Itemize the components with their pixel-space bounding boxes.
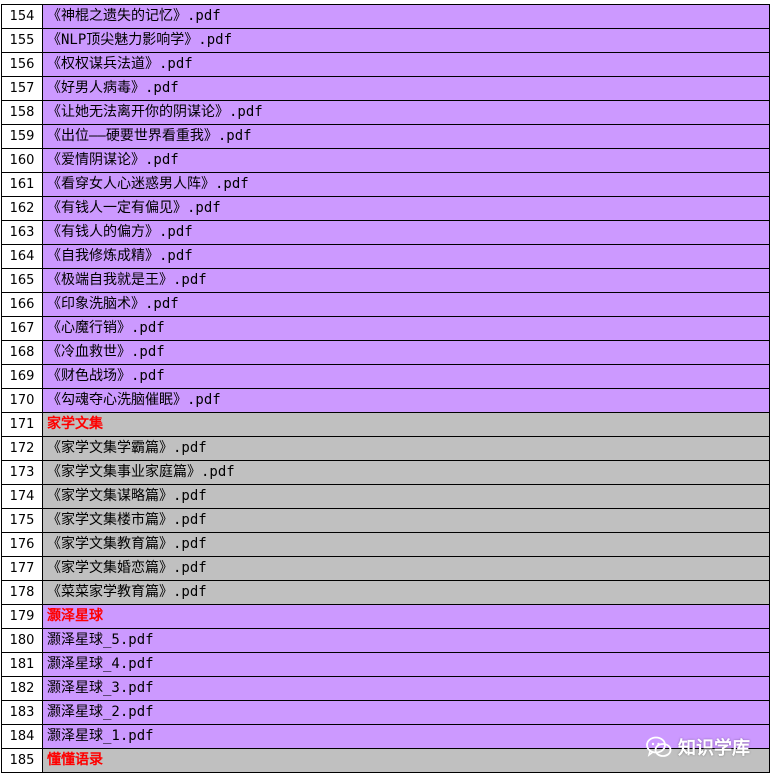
spreadsheet-grid: 154 《神棍之遗失的记忆》.pdf 155 《NLP顶尖魅力影响学》.pdf 156 《…	[1, 4, 770, 773]
table-row: 161 《看穿女人心迷惑男人阵》.pdf	[1, 172, 770, 197]
filename-cell[interactable]: 《冷血救世》.pdf	[42, 340, 770, 365]
filename-cell[interactable]: 灏泽星球_3.pdf	[42, 676, 770, 701]
filename-cell[interactable]: 《有钱人的偏方》.pdf	[42, 220, 770, 245]
table-row: 177 《家学文集婚恋篇》.pdf	[1, 556, 770, 581]
row-number-cell[interactable]: 176	[1, 532, 43, 557]
filename-cell[interactable]: 《印象洗脑术》.pdf	[42, 292, 770, 317]
watermark: 知识学库	[646, 734, 750, 760]
table-row: 181 灏泽星球_4.pdf	[1, 652, 770, 677]
filename-cell[interactable]: 《NLP顶尖魅力影响学》.pdf	[42, 28, 770, 53]
row-number-cell[interactable]: 171	[1, 412, 43, 437]
table-row: 164 《自我修炼成精》.pdf	[1, 244, 770, 269]
wechat-icon	[646, 736, 672, 758]
table-row: 173 《家学文集事业家庭篇》.pdf	[1, 460, 770, 485]
filename-cell[interactable]: 《家学文集事业家庭篇》.pdf	[42, 460, 770, 485]
table-row: 178 《菜菜家学教育篇》.pdf	[1, 580, 770, 605]
filename-cell[interactable]: 灏泽星球_5.pdf	[42, 628, 770, 653]
filename-cell[interactable]: 《菜菜家学教育篇》.pdf	[42, 580, 770, 605]
row-number-cell[interactable]: 154	[1, 4, 43, 29]
filename-cell[interactable]: 《自我修炼成精》.pdf	[42, 244, 770, 269]
section-header-row: 179 灏泽星球	[1, 604, 770, 629]
table-row: 183 灏泽星球_2.pdf	[1, 700, 770, 725]
section-title-cell[interactable]: 家学文集	[42, 412, 770, 437]
table-row: 158 《让她无法离开你的阴谋论》.pdf	[1, 100, 770, 125]
table-row: 172 《家学文集学霸篇》.pdf	[1, 436, 770, 461]
row-number-cell[interactable]: 178	[1, 580, 43, 605]
row-number-cell[interactable]: 159	[1, 124, 43, 149]
row-number-cell[interactable]: 162	[1, 196, 43, 221]
row-number-cell[interactable]: 184	[1, 724, 43, 749]
row-number-cell[interactable]: 164	[1, 244, 43, 269]
filename-cell[interactable]: 《好男人病毒》.pdf	[42, 76, 770, 101]
table-row: 163 《有钱人的偏方》.pdf	[1, 220, 770, 245]
table-row: 182 灏泽星球_3.pdf	[1, 676, 770, 701]
filename-cell[interactable]: 《家学文集婚恋篇》.pdf	[42, 556, 770, 581]
row-number-cell[interactable]: 182	[1, 676, 43, 701]
table-row: 166 《印象洗脑术》.pdf	[1, 292, 770, 317]
filename-cell[interactable]: 《有钱人一定有偏见》.pdf	[42, 196, 770, 221]
row-number-cell[interactable]: 181	[1, 652, 43, 677]
filename-cell[interactable]: 灏泽星球_2.pdf	[42, 700, 770, 725]
filename-cell[interactable]: 灏泽星球_4.pdf	[42, 652, 770, 677]
row-number-cell[interactable]: 156	[1, 52, 43, 77]
table-row: 175 《家学文集楼市篇》.pdf	[1, 508, 770, 533]
row-number-cell[interactable]: 158	[1, 100, 43, 125]
table-row: 170 《勾魂夺心洗脑催眠》.pdf	[1, 388, 770, 413]
row-number-cell[interactable]: 174	[1, 484, 43, 509]
filename-cell[interactable]: 《爱情阴谋论》.pdf	[42, 148, 770, 173]
filename-cell[interactable]: 《让她无法离开你的阴谋论》.pdf	[42, 100, 770, 125]
filename-cell[interactable]: 《财色战场》.pdf	[42, 364, 770, 389]
row-number-cell[interactable]: 170	[1, 388, 43, 413]
table-row: 169 《财色战场》.pdf	[1, 364, 770, 389]
row-number-cell[interactable]: 177	[1, 556, 43, 581]
row-number-cell[interactable]: 157	[1, 76, 43, 101]
row-number-cell[interactable]: 185	[1, 748, 43, 773]
table-row: 165 《极端自我就是王》.pdf	[1, 268, 770, 293]
filename-cell[interactable]: 《家学文集谋略篇》.pdf	[42, 484, 770, 509]
row-number-cell[interactable]: 161	[1, 172, 43, 197]
row-number-cell[interactable]: 166	[1, 292, 43, 317]
filename-cell[interactable]: 《看穿女人心迷惑男人阵》.pdf	[42, 172, 770, 197]
filename-cell[interactable]: 《家学文集教育篇》.pdf	[42, 532, 770, 557]
filename-cell[interactable]: 《出位——硬要世界看重我》.pdf	[42, 124, 770, 149]
section-header-row: 171 家学文集	[1, 412, 770, 437]
row-number-cell[interactable]: 180	[1, 628, 43, 653]
table-row: 162 《有钱人一定有偏见》.pdf	[1, 196, 770, 221]
filename-cell[interactable]: 《权权谋兵法道》.pdf	[42, 52, 770, 77]
table-row: 174 《家学文集谋略篇》.pdf	[1, 484, 770, 509]
row-number-cell[interactable]: 155	[1, 28, 43, 53]
row-number-cell[interactable]: 175	[1, 508, 43, 533]
filename-cell[interactable]: 《极端自我就是王》.pdf	[42, 268, 770, 293]
table-row: 157 《好男人病毒》.pdf	[1, 76, 770, 101]
row-number-cell[interactable]: 160	[1, 148, 43, 173]
spreadsheet-body: 154 《神棍之遗失的记忆》.pdf 155 《NLP顶尖魅力影响学》.pdf 156 《…	[1, 4, 770, 773]
row-number-cell[interactable]: 167	[1, 316, 43, 341]
row-number-cell[interactable]: 168	[1, 340, 43, 365]
section-title-cell[interactable]: 灏泽星球	[42, 604, 770, 629]
filename-cell[interactable]: 《家学文集学霸篇》.pdf	[42, 436, 770, 461]
row-number-cell[interactable]: 169	[1, 364, 43, 389]
filename-cell[interactable]: 《心魔行销》.pdf	[42, 316, 770, 341]
table-row: 176 《家学文集教育篇》.pdf	[1, 532, 770, 557]
row-number-cell[interactable]: 163	[1, 220, 43, 245]
row-number-cell[interactable]: 173	[1, 460, 43, 485]
table-row: 168 《冷血救世》.pdf	[1, 340, 770, 365]
table-row: 159 《出位——硬要世界看重我》.pdf	[1, 124, 770, 149]
table-row: 160 《爱情阴谋论》.pdf	[1, 148, 770, 173]
table-row: 156 《权权谋兵法道》.pdf	[1, 52, 770, 77]
row-number-cell[interactable]: 183	[1, 700, 43, 725]
row-number-cell[interactable]: 165	[1, 268, 43, 293]
table-row: 167 《心魔行销》.pdf	[1, 316, 770, 341]
table-row: 155 《NLP顶尖魅力影响学》.pdf	[1, 28, 770, 53]
filename-cell[interactable]: 《家学文集楼市篇》.pdf	[42, 508, 770, 533]
filename-cell[interactable]: 《勾魂夺心洗脑催眠》.pdf	[42, 388, 770, 413]
table-row: 180 灏泽星球_5.pdf	[1, 628, 770, 653]
row-number-cell[interactable]: 179	[1, 604, 43, 629]
table-row: 154 《神棍之遗失的记忆》.pdf	[1, 4, 770, 29]
filename-cell[interactable]: 《神棍之遗失的记忆》.pdf	[42, 4, 770, 29]
watermark-text: 知识学库	[678, 738, 750, 759]
row-number-cell[interactable]: 172	[1, 436, 43, 461]
